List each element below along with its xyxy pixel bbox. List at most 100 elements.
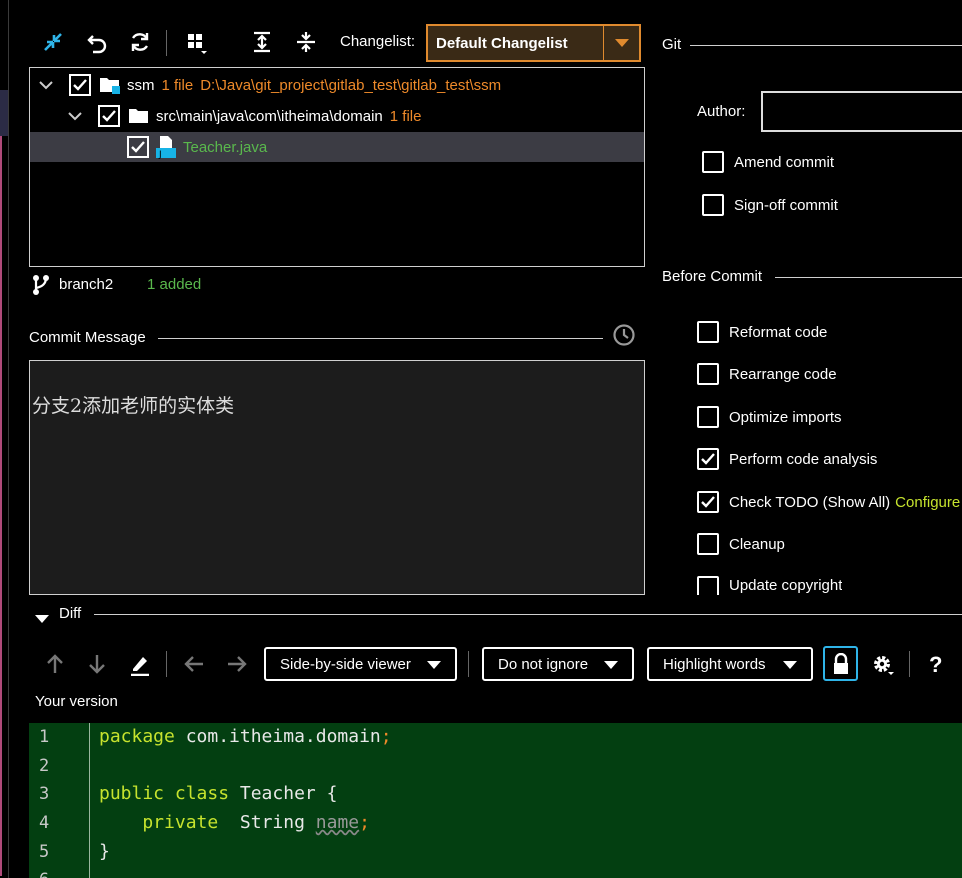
toolbar-separator — [909, 651, 910, 677]
separator-line — [158, 338, 603, 339]
line-number: 6 — [39, 870, 49, 878]
line-number-gutter: 1 2 3 4 5 6 — [29, 723, 90, 878]
highlight-value: Highlight words — [663, 655, 766, 673]
chevron-down-icon — [604, 661, 618, 669]
optimize-checkbox[interactable] — [697, 406, 719, 428]
toolbar-separator — [166, 651, 167, 677]
line-number: 3 — [39, 784, 50, 804]
changelist-dropdown[interactable]: Default Changelist — [426, 24, 641, 62]
tree-node-name: ssm — [127, 76, 155, 94]
chevron-down-icon[interactable] — [68, 108, 84, 125]
expand-all-icon[interactable] — [247, 27, 277, 57]
optimize-imports-option[interactable]: Optimize imports — [697, 406, 842, 428]
diff-title: Diff — [59, 605, 82, 622]
highlight-dropdown[interactable]: Highlight words — [647, 647, 813, 681]
arrow-up-icon[interactable] — [40, 649, 70, 679]
changelist-label: Changelist: — [340, 33, 416, 50]
tree-node-name: Teacher.java — [183, 138, 268, 156]
code-line: private String name; — [99, 812, 370, 833]
chevron-down-icon — [427, 661, 441, 669]
arrow-down-icon[interactable] — [82, 649, 112, 679]
help-button[interactable]: ? — [929, 652, 942, 678]
code-analysis-option[interactable]: Perform code analysis — [697, 448, 877, 470]
tree-row-file[interactable]: J Teacher.java — [30, 132, 644, 162]
tree-row-ssm[interactable]: ssm 1 file D:\Java\git_project\gitlab_te… — [30, 70, 644, 100]
group-icon[interactable] — [181, 27, 211, 57]
gear-icon[interactable] — [867, 649, 897, 679]
tree-checkbox[interactable] — [127, 136, 149, 158]
added-count: 1 added — [147, 276, 202, 293]
undo-icon[interactable] — [82, 27, 112, 57]
update-copyright-option[interactable]: Update copyright — [697, 576, 842, 595]
signoff-commit-option[interactable]: Sign-off commit — [702, 194, 838, 216]
option-label: Optimize imports — [729, 408, 842, 426]
signoff-checkbox[interactable] — [702, 194, 724, 216]
tree-row-package[interactable]: src\main\java\com\itheima\domain 1 file — [30, 101, 644, 131]
commit-message-label: Commit Message — [29, 329, 146, 346]
rearrange-checkbox[interactable] — [697, 363, 719, 385]
copyright-checkbox[interactable] — [697, 576, 719, 595]
toolbar-separator — [468, 651, 469, 677]
module-path: D:\Java\git_project\gitlab_test\gitlab_t… — [200, 76, 502, 94]
author-label: Author: — [697, 103, 746, 120]
edit-icon[interactable] — [125, 649, 155, 679]
toolbar-separator — [166, 30, 167, 56]
arrow-left-icon[interactable] — [179, 649, 209, 679]
move-icon[interactable] — [38, 27, 68, 57]
cleanup-option[interactable]: Cleanup — [697, 533, 785, 555]
separator-line — [775, 277, 962, 278]
changelist-value: Default Changelist — [436, 34, 568, 52]
cleanup-checkbox[interactable] — [697, 533, 719, 555]
rearrange-code-option[interactable]: Rearrange code — [697, 363, 837, 385]
author-input[interactable] — [761, 91, 962, 132]
tree-node-name: src\main\java\com\itheima\domain — [156, 107, 383, 125]
chevron-down-icon[interactable] — [35, 611, 49, 628]
module-folder-icon — [99, 75, 121, 95]
option-label: Perform code analysis — [729, 450, 878, 468]
check-todo-option[interactable]: Check TODO (Show All) Configure — [697, 491, 960, 513]
chevron-down-icon — [783, 661, 797, 669]
chevron-down-icon — [603, 26, 639, 60]
line-number: 5 — [39, 842, 50, 862]
option-label: Reformat code — [729, 323, 828, 341]
option-label: Cleanup — [729, 535, 785, 553]
lock-button[interactable] — [823, 646, 858, 681]
branch-name[interactable]: branch2 — [59, 276, 113, 293]
changes-tree[interactable]: ssm 1 file D:\Java\git_project\gitlab_te… — [29, 67, 645, 267]
tree-checkbox[interactable] — [98, 105, 120, 127]
collapse-all-icon[interactable] — [291, 27, 321, 57]
history-clock-icon[interactable] — [612, 323, 636, 351]
diff-editor[interactable]: 1 2 3 4 5 6 package com.itheima.domain; … — [29, 723, 962, 878]
commit-message-input[interactable]: 分支2添加老师的实体类 — [29, 360, 645, 595]
code-line: package com.itheima.domain; — [99, 726, 392, 747]
separator-line — [94, 614, 962, 615]
viewer-dropdown[interactable]: Side-by-side viewer — [264, 647, 457, 681]
amend-checkbox[interactable] — [702, 151, 724, 173]
option-label: Update copyright — [729, 577, 843, 594]
refresh-icon[interactable] — [125, 27, 155, 57]
line-number: 1 — [39, 727, 50, 747]
code-line: } — [99, 841, 110, 862]
todo-checkbox[interactable] — [697, 491, 719, 513]
arrow-right-icon[interactable] — [222, 649, 252, 679]
reformat-checkbox[interactable] — [697, 321, 719, 343]
amend-label: Amend commit — [734, 153, 835, 171]
folder-icon — [128, 106, 150, 126]
separator-line — [690, 45, 962, 46]
amend-commit-option[interactable]: Amend commit — [702, 151, 834, 173]
configure-link[interactable]: Configure — [895, 494, 960, 511]
line-number: 4 — [39, 813, 50, 833]
branch-icon — [32, 274, 50, 300]
ignore-dropdown[interactable]: Do not ignore — [482, 647, 634, 681]
chevron-down-icon[interactable] — [39, 77, 55, 94]
line-number: 2 — [39, 756, 50, 776]
signoff-label: Sign-off commit — [734, 196, 838, 214]
analysis-checkbox[interactable] — [697, 448, 719, 470]
option-label: Rearrange code — [729, 365, 837, 383]
lock-icon — [833, 652, 848, 674]
reformat-code-option[interactable]: Reformat code — [697, 321, 827, 343]
option-label: Check TODO (Show All) — [729, 493, 891, 511]
your-version-label: Your version — [35, 693, 118, 710]
tree-checkbox[interactable] — [69, 74, 91, 96]
file-count: 1 file — [389, 107, 422, 125]
